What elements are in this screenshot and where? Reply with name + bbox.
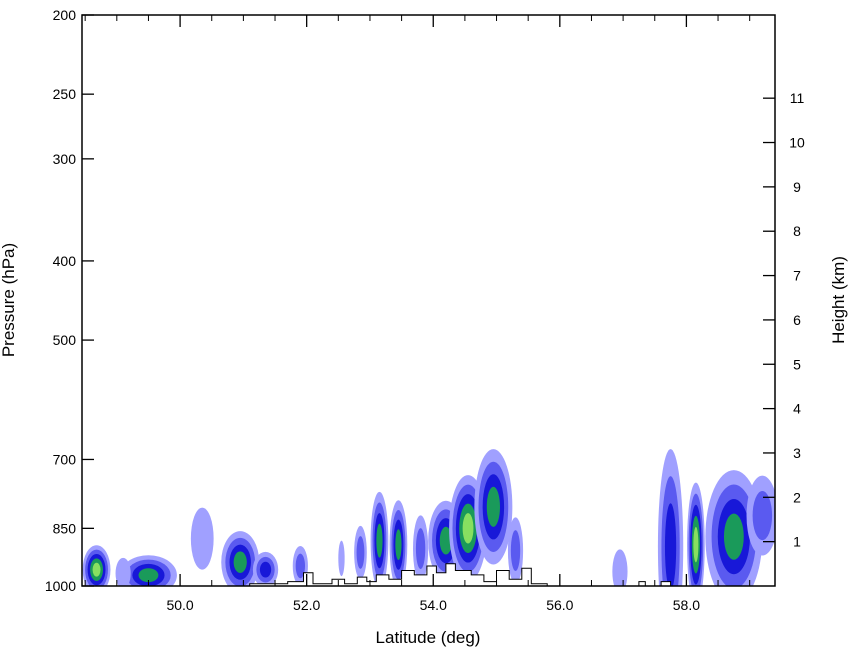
y-tick-label-4: 500 bbox=[53, 332, 77, 348]
echo-cell-16-level-1 bbox=[612, 549, 628, 586]
echo-cell-18-level-5 bbox=[693, 526, 699, 563]
y2-tick-label-7: 8 bbox=[793, 223, 801, 239]
echo-cell-3-level-1 bbox=[190, 507, 214, 570]
echo-cell-14-level-4 bbox=[486, 486, 500, 527]
x-tick-label-1: 52.0 bbox=[293, 597, 320, 613]
y2-tick-label-5: 6 bbox=[793, 312, 801, 328]
chart: 50.0 52.0 54.0 56.0 58.020025030040050070085… bbox=[0, 7, 848, 647]
echo-cell-8-level-2 bbox=[356, 536, 365, 569]
echo-cell-13-level-5 bbox=[462, 513, 474, 544]
echo-cell-15-level-2 bbox=[510, 530, 521, 572]
x-axis-title: Latitude (deg) bbox=[376, 628, 481, 647]
y2-tick-label-9: 10 bbox=[789, 135, 805, 151]
y2-axis-title: Height (km) bbox=[829, 256, 848, 344]
y2-tick-label-4: 5 bbox=[793, 356, 801, 372]
y2-tick-label-6: 7 bbox=[793, 268, 801, 284]
x-tick-label-0: 50.0 bbox=[166, 597, 193, 613]
echo-cell-5-level-3 bbox=[259, 561, 272, 578]
y2-tick-label-10: 11 bbox=[790, 90, 805, 106]
y-tick-label-5: 700 bbox=[53, 451, 77, 467]
echo-cell-11-level-2 bbox=[415, 528, 426, 570]
y-tick-label-2: 300 bbox=[53, 151, 77, 167]
echo-cell-9-level-4 bbox=[376, 523, 383, 558]
y-tick-label-3: 400 bbox=[53, 253, 77, 269]
y2-tick-label-0: 1 bbox=[793, 534, 801, 550]
echo-cell-17-level-3 bbox=[664, 503, 677, 586]
x-tick-label-2: 54.0 bbox=[420, 597, 447, 613]
echo-cell-0-level-5 bbox=[92, 562, 101, 577]
y-tick-label-7: 1000 bbox=[45, 578, 76, 594]
echo-cell-20-level-2 bbox=[752, 491, 773, 541]
echo-cell-7-level-1 bbox=[338, 540, 345, 577]
y2-tick-label-2: 3 bbox=[793, 445, 801, 461]
y-tick-label-0: 200 bbox=[53, 7, 77, 23]
echo-cell-2-level-1 bbox=[115, 557, 131, 586]
echo-cell-19-level-4 bbox=[723, 513, 744, 560]
x-tick-label-4: 58.0 bbox=[673, 597, 700, 613]
y-tick-label-6: 850 bbox=[53, 520, 77, 536]
y2-tick-label-3: 4 bbox=[793, 401, 801, 417]
y2-tick-label-8: 9 bbox=[793, 179, 801, 195]
echo-cell-10-level-4 bbox=[395, 529, 402, 561]
x-tick-label-3: 56.0 bbox=[546, 597, 573, 613]
y-tick-label-1: 250 bbox=[53, 86, 77, 102]
y-axis-title: Pressure (hPa) bbox=[0, 243, 18, 357]
y2-tick-label-1: 2 bbox=[793, 489, 801, 505]
echo-cell-4-level-4 bbox=[233, 551, 247, 573]
